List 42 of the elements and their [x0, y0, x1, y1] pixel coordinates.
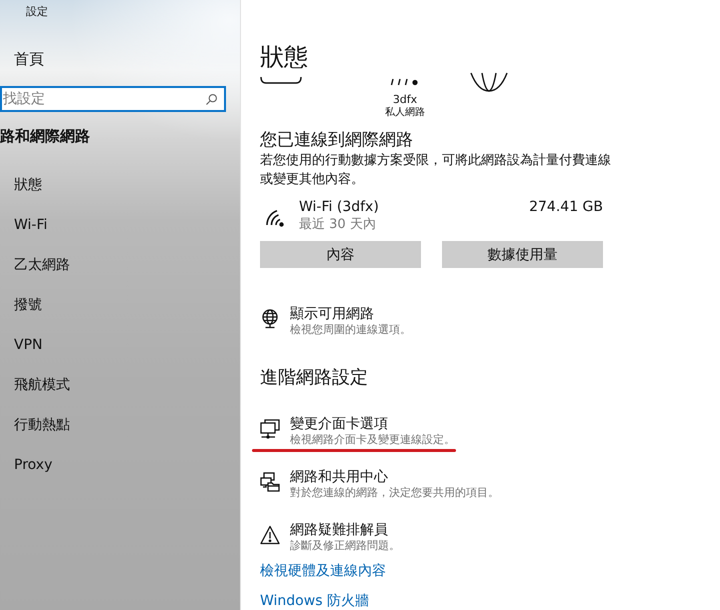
window-title: 設定 [25, 5, 48, 19]
nav-item[interactable]: 首頁 [0, 49, 44, 69]
nav-item[interactable]: VPN [0, 325, 42, 365]
wifi-icon [265, 208, 285, 228]
nav-item[interactable]: 乙太網路 [0, 245, 70, 285]
nav-item[interactable]: Proxy [0, 445, 52, 485]
nav-item[interactable]: 飛航模式 [0, 365, 70, 405]
warning-icon [260, 525, 280, 545]
globe-icon [470, 72, 508, 92]
section-heading: 路和網際網路 [0, 126, 90, 146]
data-usage-button[interactable]: 數據使用量 [442, 241, 603, 268]
option-description: 對於您連線的網路，決定您要共用的項目。 [290, 486, 499, 500]
option-title[interactable]: 網路疑難排解員 [290, 522, 388, 539]
section-heading: 進階網路設定 [260, 366, 368, 390]
computer-icon [260, 76, 302, 86]
option-description: 診斷及修正網路問題。 [290, 539, 400, 553]
search-field[interactable]: 找設定 [0, 86, 226, 112]
monitor-icon [260, 419, 280, 439]
network-name: 3dfx [392, 93, 418, 106]
option-title[interactable]: 顯示可用網路 [290, 306, 374, 323]
link[interactable]: 檢視硬體及連線內容 [260, 562, 386, 580]
nav-item[interactable]: Wi-Fi [0, 205, 48, 245]
shared-computers-icon [260, 472, 280, 492]
option-description: 檢視您周圍的連線選項。 [290, 323, 411, 337]
wifi-icon [390, 78, 420, 86]
properties-button[interactable]: 內容 [260, 241, 421, 268]
usage-period: 最近 30 天內 [299, 216, 376, 233]
page-title: 狀態 [260, 42, 308, 72]
network-name: Wi-Fi (3dfx) [299, 199, 379, 216]
network-type: 私人網路 [385, 106, 425, 119]
nav-item[interactable]: 行動熱點 [0, 405, 70, 445]
option-title[interactable]: 網路和共用中心 [290, 469, 388, 486]
option-title[interactable]: 變更介面卡選項 [290, 416, 388, 433]
globe-monitor-icon [260, 309, 280, 329]
nav-item[interactable]: 撥號 [0, 285, 42, 325]
connection-description: 若您使用的行動數據方案受限，可將此網路設為計量付費連線或變更其他內容。 [260, 152, 612, 189]
search-icon [206, 94, 217, 105]
nav-item[interactable]: 狀態 [0, 165, 42, 205]
link[interactable]: Windows 防火牆 [260, 592, 369, 610]
connection-heading: 您已連線到網際網路 [260, 129, 413, 151]
data-amount: 274.41 GB [529, 199, 603, 216]
option-description: 檢視網路介面卡及變更連線設定。 [290, 433, 455, 447]
